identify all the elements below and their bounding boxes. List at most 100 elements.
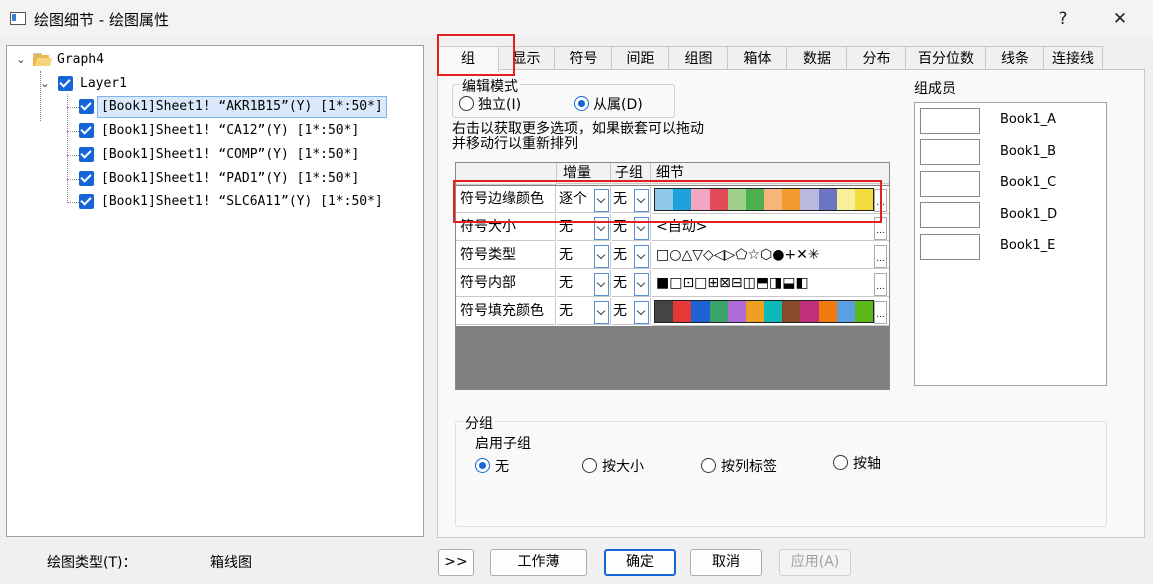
color-swatch <box>691 301 710 322</box>
color-swatch <box>745 301 765 322</box>
row-detail[interactable]: ■□⊡□⊞⊠⊟◫⬒◨⬓◧ <box>652 270 889 297</box>
chevron-down-icon[interactable] <box>634 245 649 268</box>
tree-label-plot: [Book1]Sheet1! “PAD1”(Y) [1*:50*] <box>101 171 360 186</box>
member-label: Book1_C <box>1000 175 1057 190</box>
dependent-radio[interactable] <box>574 96 589 111</box>
color-swatch <box>782 301 801 322</box>
tab-percentile[interactable]: 百分位数 <box>905 46 987 71</box>
expand-button[interactable]: >> <box>438 549 474 576</box>
tree-label-graph: Graph4 <box>57 52 104 67</box>
tab-highlight-box <box>437 34 515 76</box>
tree-label-layer: Layer1 <box>80 76 127 91</box>
row-name: 符号内部 <box>456 270 556 297</box>
tab-spacing[interactable]: 间距 <box>611 46 670 71</box>
subgroup-size-radio[interactable] <box>582 458 597 473</box>
subgroup-axis-label[interactable]: 按轴 <box>853 453 881 473</box>
tab-symbol[interactable]: 符号 <box>554 46 613 71</box>
tree-label-plot: [Book1]Sheet1! “SLC6A11”(Y) [1*:50*] <box>101 194 383 209</box>
plot-checkbox[interactable] <box>79 123 94 138</box>
cancel-button[interactable]: 取消 <box>690 549 762 576</box>
color-swatch <box>836 301 856 322</box>
plot-type-label: 绘图类型(T)： <box>47 555 137 571</box>
member-label: Book1_E <box>1000 238 1056 253</box>
plot-checkbox[interactable] <box>79 99 94 114</box>
folder-icon <box>33 53 53 66</box>
grid-row[interactable]: 符号内部无无 ■□⊡□⊞⊠⊟◫⬒◨⬓◧... <box>456 270 889 298</box>
color-swatch <box>818 301 838 322</box>
color-swatch <box>800 301 819 322</box>
independent-label[interactable]: 独立(I) <box>478 94 521 114</box>
members-title: 组成员 <box>914 81 956 97</box>
member-label: Book1_A <box>1000 112 1057 127</box>
edit-mode-legend: 编辑模式 <box>460 76 520 96</box>
ellipsis-icon[interactable]: ... <box>874 273 887 296</box>
plot-tree[interactable]: ⌄ Graph4 ⌄ Layer1 [Book1]Sheet1! “AKR1B1… <box>6 45 424 537</box>
hint-line-1: 右击以获取更多选项，如果嵌套可以拖动 <box>452 121 704 137</box>
color-swatch <box>727 301 747 322</box>
tab-box[interactable]: 箱体 <box>727 46 788 71</box>
tab-group-plot[interactable]: 组图 <box>668 46 729 71</box>
independent-radio[interactable] <box>459 96 474 111</box>
member-label: Book1_B <box>1000 144 1057 159</box>
color-swatch <box>854 301 873 322</box>
grid-row[interactable]: 符号填充颜色无无... <box>456 298 889 326</box>
color-list-strip[interactable] <box>654 300 874 323</box>
member-swatch <box>920 139 980 165</box>
close-button[interactable]: ✕ <box>1107 6 1133 32</box>
chevron-down-icon[interactable] <box>594 245 609 268</box>
plot-type-value: 箱线图 <box>210 555 252 571</box>
grid-row[interactable]: 符号类型无无 □○△▽◇◁▷⬠☆⬡●+✕✳... <box>456 242 889 270</box>
tab-connect-line[interactable]: 连接线 <box>1043 46 1103 71</box>
chevron-down-icon[interactable]: ⌄ <box>39 74 51 94</box>
subgroup-none-label[interactable]: 无 <box>495 456 509 476</box>
subgroup-label: 启用子组 <box>475 436 531 452</box>
member-swatch <box>920 202 980 228</box>
title-bar <box>0 0 1153 38</box>
subgroup-column-label-label[interactable]: 按列标签 <box>721 456 777 476</box>
color-swatch <box>709 301 729 322</box>
row-name: 符号填充颜色 <box>456 298 556 325</box>
chevron-down-icon[interactable] <box>594 301 609 324</box>
tab-line[interactable]: 线条 <box>985 46 1045 71</box>
chevron-down-icon[interactable] <box>634 273 649 296</box>
apply-button[interactable]: 应用(A) <box>779 549 851 576</box>
app-icon <box>10 12 26 25</box>
grouping-legend: 分组 <box>463 413 495 433</box>
subgroup-none-radio[interactable] <box>475 458 490 473</box>
member-swatch <box>920 171 980 197</box>
member-swatch <box>920 234 980 260</box>
members-list[interactable]: Book1_A Book1_B Book1_C Book1_D Book1_E <box>914 102 1107 386</box>
subgroup-axis-radio[interactable] <box>833 455 848 470</box>
dependent-label[interactable]: 从属(D) <box>593 94 643 114</box>
workbook-button[interactable]: 工作薄 <box>490 549 587 576</box>
plot-checkbox[interactable] <box>79 194 94 209</box>
row-detail[interactable]: □○△▽◇◁▷⬠☆⬡●+✕✳ <box>652 242 889 269</box>
row-highlight-box <box>453 180 882 223</box>
plot-checkbox[interactable] <box>79 147 94 162</box>
plot-checkbox[interactable] <box>79 171 94 186</box>
help-button[interactable]: ? <box>1050 6 1076 32</box>
window-title: 绘图细节 - 绘图属性 <box>34 11 169 29</box>
ellipsis-icon[interactable]: ... <box>874 245 887 268</box>
color-swatch <box>673 301 692 322</box>
chevron-down-icon[interactable] <box>594 273 609 296</box>
tab-data[interactable]: 数据 <box>786 46 848 71</box>
tree-label-plot: [Book1]Sheet1! “COMP”(Y) [1*:50*] <box>101 147 360 162</box>
subgroup-size-label[interactable]: 按大小 <box>602 456 644 476</box>
color-swatch <box>764 301 783 322</box>
color-swatch <box>655 301 674 322</box>
row-name: 符号类型 <box>456 242 556 269</box>
row-detail[interactable] <box>652 298 889 326</box>
chevron-down-icon[interactable]: ⌄ <box>15 50 27 70</box>
tree-label-plot: [Book1]Sheet1! “AKR1B15”(Y) [1*:50*] <box>97 96 387 118</box>
member-swatch <box>920 108 980 134</box>
grouping-frame <box>455 421 1107 527</box>
tab-distribution[interactable]: 分布 <box>846 46 907 71</box>
layer-checkbox[interactable] <box>58 76 73 91</box>
ellipsis-icon[interactable]: ... <box>874 301 887 324</box>
tree-label-plot: [Book1]Sheet1! “CA12”(Y) [1*:50*] <box>101 123 360 138</box>
chevron-down-icon[interactable] <box>634 301 649 324</box>
ok-button[interactable]: 确定 <box>604 549 676 576</box>
subgroup-column-label-radio[interactable] <box>701 458 716 473</box>
hint-line-2: 并移动行以重新排列 <box>452 136 578 152</box>
